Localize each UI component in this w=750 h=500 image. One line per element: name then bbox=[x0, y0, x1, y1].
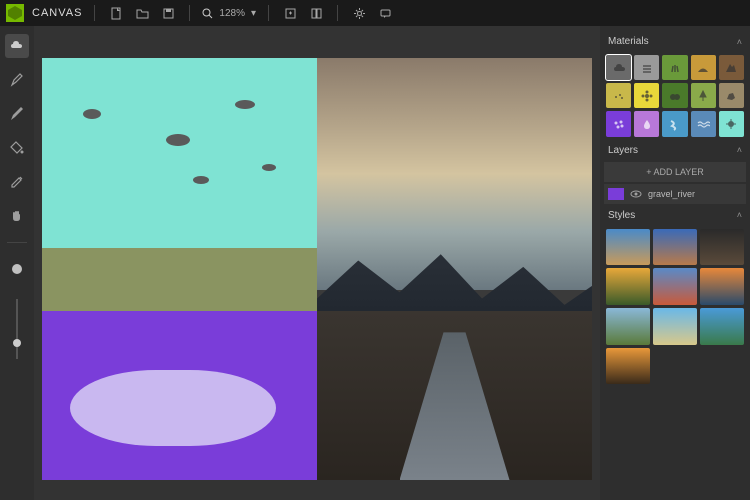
material-sea[interactable] bbox=[691, 111, 716, 136]
style-ocean-sunset[interactable] bbox=[700, 268, 744, 305]
separator bbox=[7, 242, 27, 243]
material-tree[interactable] bbox=[691, 83, 716, 108]
styles-grid bbox=[604, 227, 746, 387]
layer-name: gravel_river bbox=[648, 189, 695, 199]
material-flower[interactable] bbox=[634, 83, 659, 108]
separator bbox=[189, 5, 190, 21]
style-beach[interactable] bbox=[653, 308, 697, 345]
styles-panel-header[interactable]: Styles ˄ bbox=[604, 204, 746, 227]
pan-tool[interactable] bbox=[5, 204, 29, 228]
new-file-icon[interactable] bbox=[107, 4, 125, 22]
separator bbox=[94, 5, 95, 21]
styles-title: Styles bbox=[608, 210, 635, 221]
material-river[interactable] bbox=[662, 111, 687, 136]
chevron-up-icon: ˄ bbox=[737, 145, 742, 155]
separator bbox=[268, 5, 269, 21]
style-golden-hour[interactable] bbox=[606, 348, 650, 385]
layers-title: Layers bbox=[608, 145, 638, 156]
layer-color-swatch bbox=[608, 188, 624, 200]
tool-toolbar bbox=[0, 26, 34, 500]
material-sky[interactable] bbox=[719, 111, 744, 136]
separator bbox=[337, 5, 338, 21]
style-canyon[interactable] bbox=[653, 229, 697, 266]
feedback-icon[interactable] bbox=[376, 4, 394, 22]
materials-title: Materials bbox=[608, 36, 649, 47]
layer-row[interactable]: gravel_river bbox=[604, 184, 746, 204]
nvidia-logo bbox=[6, 4, 24, 22]
zoom-control[interactable]: 128% ▾ bbox=[202, 8, 256, 19]
open-file-icon[interactable] bbox=[133, 4, 151, 22]
material-grass[interactable] bbox=[662, 55, 687, 80]
eyedropper-tool[interactable] bbox=[5, 170, 29, 194]
sidebar: Materials ˄ Layers ˄ + ADD LAYER gravel_… bbox=[600, 26, 750, 500]
material-water[interactable] bbox=[634, 111, 659, 136]
result-canvas bbox=[317, 58, 592, 480]
chevron-up-icon: ˄ bbox=[737, 210, 742, 220]
material-dirt[interactable] bbox=[606, 83, 631, 108]
material-bush[interactable] bbox=[662, 83, 687, 108]
layout-icon[interactable] bbox=[307, 4, 325, 22]
material-mountain[interactable] bbox=[719, 55, 744, 80]
app-title: CANVAS bbox=[32, 7, 82, 19]
style-sunset-field[interactable] bbox=[606, 268, 650, 305]
brush-size-indicator[interactable] bbox=[5, 257, 29, 281]
material-hill[interactable] bbox=[691, 55, 716, 80]
settings-icon[interactable] bbox=[350, 4, 368, 22]
fill-tool[interactable] bbox=[5, 136, 29, 160]
add-layer-button[interactable]: + ADD LAYER bbox=[604, 162, 746, 182]
style-cave[interactable] bbox=[700, 229, 744, 266]
style-alpine-lake[interactable] bbox=[700, 308, 744, 345]
canvas-area bbox=[34, 26, 600, 500]
style-desert-arch[interactable] bbox=[606, 229, 650, 266]
material-gravel[interactable] bbox=[606, 111, 631, 136]
material-rock[interactable] bbox=[719, 83, 744, 108]
brush-tool[interactable] bbox=[5, 68, 29, 92]
save-icon[interactable] bbox=[159, 4, 177, 22]
style-red-rock[interactable] bbox=[653, 268, 697, 305]
segmentation-canvas[interactable] bbox=[42, 58, 317, 480]
visibility-icon[interactable] bbox=[630, 188, 642, 200]
cloud-tool[interactable] bbox=[5, 34, 29, 58]
style-valley[interactable] bbox=[606, 308, 650, 345]
brush-size-slider[interactable] bbox=[16, 299, 18, 359]
materials-grid bbox=[604, 53, 746, 139]
titlebar: CANVAS 128% ▾ bbox=[0, 0, 750, 26]
material-fog[interactable] bbox=[634, 55, 659, 80]
zoom-value: 128% bbox=[217, 8, 247, 19]
pencil-tool[interactable] bbox=[5, 102, 29, 126]
zoom-icon bbox=[202, 8, 213, 19]
materials-panel-header[interactable]: Materials ˄ bbox=[604, 30, 746, 53]
chevron-up-icon: ˄ bbox=[737, 37, 742, 47]
layers-panel-header[interactable]: Layers ˄ bbox=[604, 139, 746, 162]
export-icon[interactable] bbox=[281, 4, 299, 22]
chevron-down-icon: ▾ bbox=[251, 8, 256, 19]
material-cloud[interactable] bbox=[606, 55, 631, 80]
